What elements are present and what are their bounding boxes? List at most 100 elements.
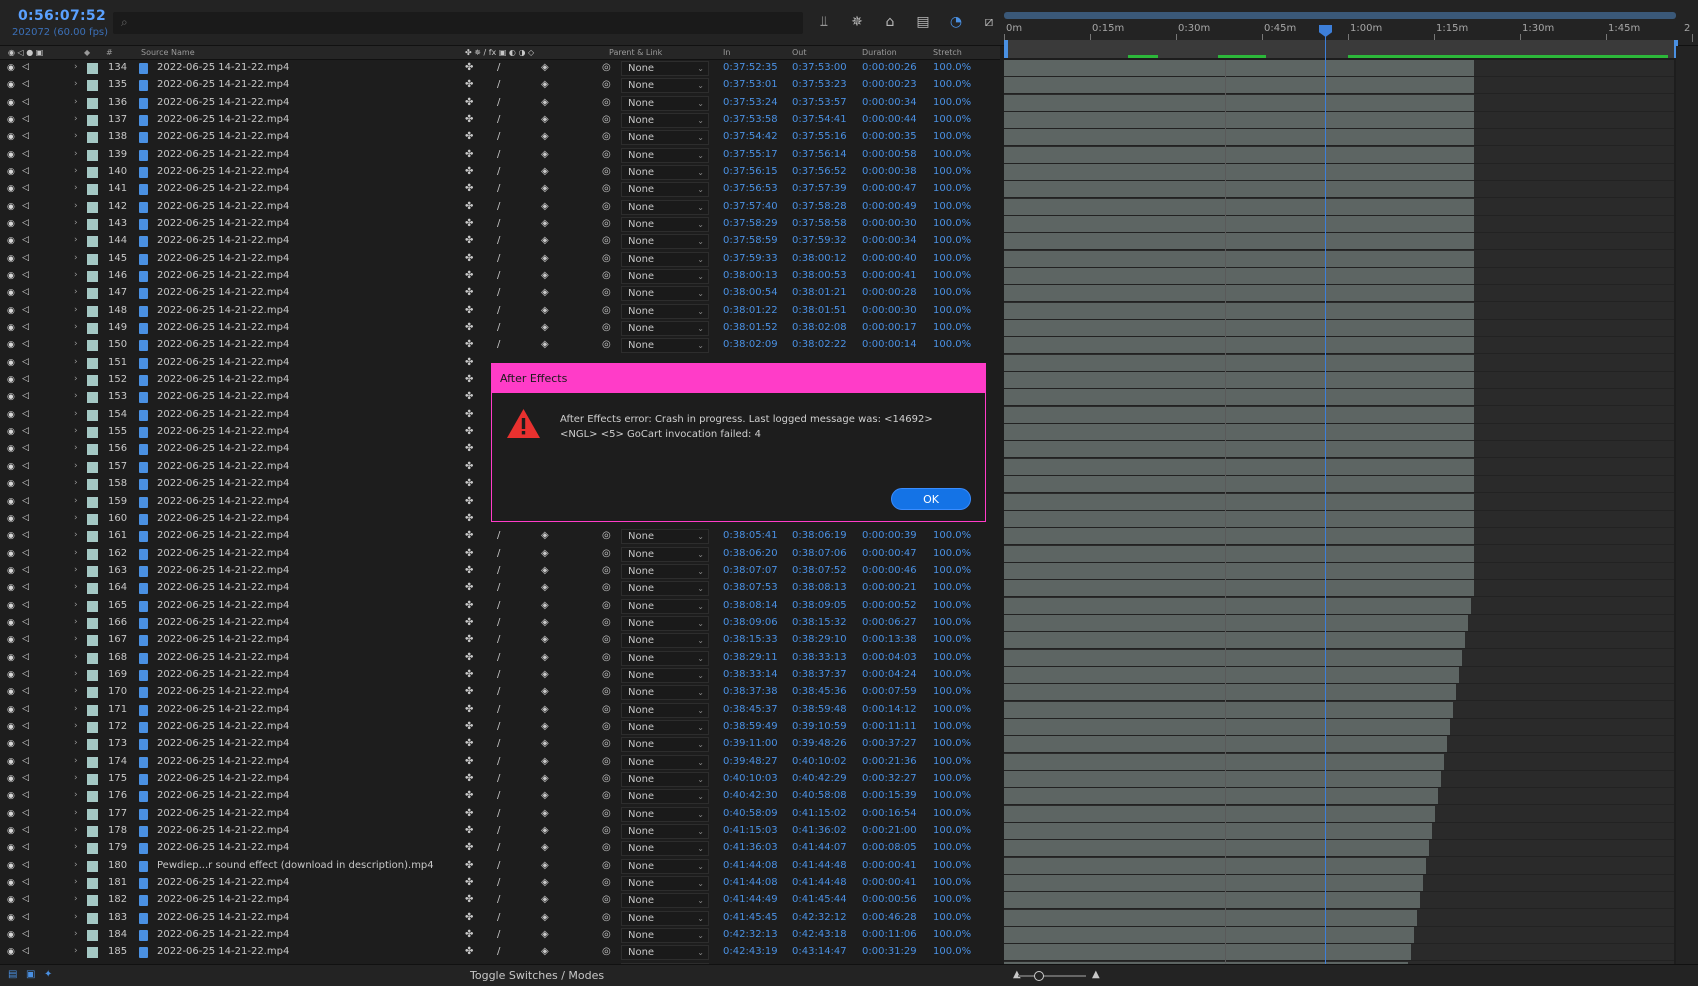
parent-dropdown[interactable]: None ⌄ bbox=[621, 529, 709, 544]
layer-in-time[interactable]: 0:38:37:38 bbox=[723, 686, 778, 697]
visibility-eye-icon[interactable]: ◉ bbox=[7, 531, 15, 541]
shy-switch-icon[interactable]: ✤ bbox=[465, 287, 473, 298]
audio-speaker-icon[interactable]: ◁ bbox=[22, 62, 29, 72]
layer-duration-bar[interactable] bbox=[1004, 615, 1468, 631]
layer-duration-bar[interactable] bbox=[1004, 476, 1474, 492]
label-color-swatch[interactable] bbox=[87, 444, 98, 455]
label-color-swatch[interactable] bbox=[87, 80, 98, 91]
layer-track[interactable] bbox=[1004, 910, 1674, 927]
audio-speaker-icon[interactable]: ◁ bbox=[22, 305, 29, 315]
layer-track[interactable] bbox=[1004, 840, 1674, 857]
layer-source-name[interactable]: 2022-06-25 14-21-22.mp4 bbox=[157, 530, 289, 541]
shy-switch-icon[interactable]: ✤ bbox=[465, 600, 473, 611]
layer-stretch[interactable]: 100.0% bbox=[933, 131, 971, 142]
layer-out-time[interactable]: 0:38:08:13 bbox=[792, 582, 847, 593]
layer-track[interactable] bbox=[1004, 320, 1674, 337]
layer-duration[interactable]: 0:00:32:27 bbox=[862, 773, 917, 784]
layer-duration-bar[interactable] bbox=[1004, 927, 1414, 943]
layer-stretch[interactable]: 100.0% bbox=[933, 62, 971, 73]
parent-dropdown[interactable]: None ⌄ bbox=[621, 269, 709, 284]
label-color-swatch[interactable] bbox=[87, 375, 98, 386]
parent-dropdown[interactable]: None ⌄ bbox=[621, 78, 709, 93]
visibility-eye-icon[interactable]: ◉ bbox=[7, 254, 15, 264]
layer-track[interactable] bbox=[1004, 60, 1674, 77]
layer-row[interactable]: ◉ ◁ › 164 2022-06-25 14-21-22.mp4 ✤ / ◈ ◎ None ⌄ 0:… bbox=[0, 580, 1000, 597]
layer-in-time[interactable]: 0:40:58:09 bbox=[723, 808, 778, 819]
layer-duration-bar[interactable] bbox=[1004, 199, 1474, 215]
quality-switch-icon[interactable]: / bbox=[497, 773, 500, 784]
layer-row[interactable]: ◉ ◁ › 141 2022-06-25 14-21-22.mp4 ✤ / ◈ ◎ None ⌄ 0:… bbox=[0, 181, 1000, 198]
expand-chevron-icon[interactable]: › bbox=[74, 721, 78, 731]
layer-source-name[interactable]: 2022-06-25 14-21-22.mp4 bbox=[157, 912, 289, 923]
layer-out-time[interactable]: 0:37:58:28 bbox=[792, 201, 847, 212]
visibility-eye-icon[interactable]: ◉ bbox=[7, 583, 15, 593]
label-color-swatch[interactable] bbox=[87, 254, 98, 265]
layer-duration[interactable]: 0:00:00:44 bbox=[862, 114, 917, 125]
layer-stretch[interactable]: 100.0% bbox=[933, 946, 971, 957]
layer-duration[interactable]: 0:00:37:27 bbox=[862, 738, 917, 749]
shy-switch-icon[interactable]: ✤ bbox=[465, 270, 473, 281]
motion-blur-switch-icon[interactable]: ◈ bbox=[541, 79, 549, 90]
layer-duration[interactable]: 0:00:00:34 bbox=[862, 235, 917, 246]
layer-source-name[interactable]: 2022-06-25 14-21-22.mp4 bbox=[157, 894, 289, 905]
shy-switch-icon[interactable]: ✤ bbox=[465, 183, 473, 194]
layer-track[interactable] bbox=[1004, 667, 1674, 684]
audio-speaker-icon[interactable]: ◁ bbox=[22, 721, 29, 731]
layer-track[interactable] bbox=[1004, 355, 1674, 372]
layer-duration[interactable]: 0:00:00:47 bbox=[862, 548, 917, 559]
visibility-eye-icon[interactable]: ◉ bbox=[7, 791, 15, 801]
shy-switch-icon[interactable]: ✤ bbox=[465, 322, 473, 333]
shy-switch-icon[interactable]: ✤ bbox=[465, 339, 473, 350]
expand-collapse-icon[interactable]: ▣ bbox=[26, 969, 35, 980]
layer-duration-bar[interactable] bbox=[1004, 598, 1471, 614]
expand-chevron-icon[interactable]: › bbox=[74, 443, 78, 453]
quality-switch-icon[interactable]: / bbox=[497, 548, 500, 559]
audio-speaker-icon[interactable]: ◁ bbox=[22, 391, 29, 401]
parent-pickwhip-icon[interactable]: ◎ bbox=[602, 530, 611, 541]
audio-speaker-icon[interactable]: ◁ bbox=[22, 322, 29, 332]
expand-chevron-icon[interactable]: › bbox=[74, 652, 78, 662]
audio-speaker-icon[interactable]: ◁ bbox=[22, 946, 29, 956]
motion-blur-switch-icon[interactable]: ◈ bbox=[541, 166, 549, 177]
zoom-knob[interactable] bbox=[1034, 971, 1044, 981]
expand-chevron-icon[interactable]: › bbox=[74, 409, 78, 419]
layer-row[interactable]: ◉ ◁ › 147 2022-06-25 14-21-22.mp4 ✤ / ◈ ◎ None ⌄ 0:… bbox=[0, 285, 1000, 302]
quality-switch-icon[interactable]: / bbox=[497, 808, 500, 819]
layer-stretch[interactable]: 100.0% bbox=[933, 548, 971, 559]
layer-row[interactable]: ◉ ◁ › 170 2022-06-25 14-21-22.mp4 ✤ / ◈ ◎ None ⌄ 0:… bbox=[0, 684, 1000, 701]
layer-source-name[interactable]: 2022-06-25 14-21-22.mp4 bbox=[157, 634, 289, 645]
parent-pickwhip-icon[interactable]: ◎ bbox=[602, 912, 611, 923]
visibility-eye-icon[interactable]: ◉ bbox=[7, 878, 15, 888]
layer-track[interactable] bbox=[1004, 459, 1674, 476]
layer-duration[interactable]: 0:00:00:46 bbox=[862, 565, 917, 576]
layer-duration-bar[interactable] bbox=[1004, 147, 1474, 163]
visibility-eye-icon[interactable]: ◉ bbox=[7, 653, 15, 663]
layer-row[interactable]: ◉ ◁ › 143 2022-06-25 14-21-22.mp4 ✤ / ◈ ◎ None ⌄ 0:… bbox=[0, 216, 1000, 233]
visibility-eye-icon[interactable]: ◉ bbox=[7, 323, 15, 333]
parent-dropdown[interactable]: None ⌄ bbox=[621, 651, 709, 666]
layer-in-time[interactable]: 0:38:59:49 bbox=[723, 721, 778, 732]
label-color-swatch[interactable] bbox=[87, 791, 98, 802]
expand-chevron-icon[interactable]: › bbox=[74, 513, 78, 523]
layer-duration-bar[interactable] bbox=[1004, 268, 1474, 284]
layer-source-name[interactable]: 2022-06-25 14-21-22.mp4 bbox=[157, 877, 289, 888]
layer-out-time[interactable]: 0:37:58:58 bbox=[792, 218, 847, 229]
layer-row[interactable]: ◉ ◁ › 184 2022-06-25 14-21-22.mp4 ✤ / ◈ ◎ None ⌄ 0:… bbox=[0, 927, 1000, 944]
audio-speaker-icon[interactable]: ◁ bbox=[22, 669, 29, 679]
motion-blur-switch-icon[interactable]: ◈ bbox=[541, 183, 549, 194]
layer-track[interactable] bbox=[1004, 771, 1674, 788]
parent-dropdown[interactable]: None ⌄ bbox=[621, 581, 709, 596]
expand-chevron-icon[interactable]: › bbox=[74, 305, 78, 315]
parent-dropdown[interactable]: None ⌄ bbox=[621, 685, 709, 700]
audio-speaker-icon[interactable]: ◁ bbox=[22, 565, 29, 575]
parent-pickwhip-icon[interactable]: ◎ bbox=[602, 652, 611, 663]
layer-duration-bar[interactable] bbox=[1004, 251, 1474, 267]
expand-chevron-icon[interactable]: › bbox=[74, 79, 78, 89]
label-color-swatch[interactable] bbox=[87, 861, 98, 872]
shy-switch-icon[interactable]: ✤ bbox=[465, 253, 473, 264]
layer-duration-bar[interactable] bbox=[1004, 372, 1474, 388]
layer-track[interactable] bbox=[1004, 927, 1674, 944]
layer-row[interactable]: ◉ ◁ › 139 2022-06-25 14-21-22.mp4 ✤ / ◈ ◎ None ⌄ 0:… bbox=[0, 147, 1000, 164]
layer-track[interactable] bbox=[1004, 892, 1674, 909]
visibility-eye-icon[interactable]: ◉ bbox=[7, 635, 15, 645]
